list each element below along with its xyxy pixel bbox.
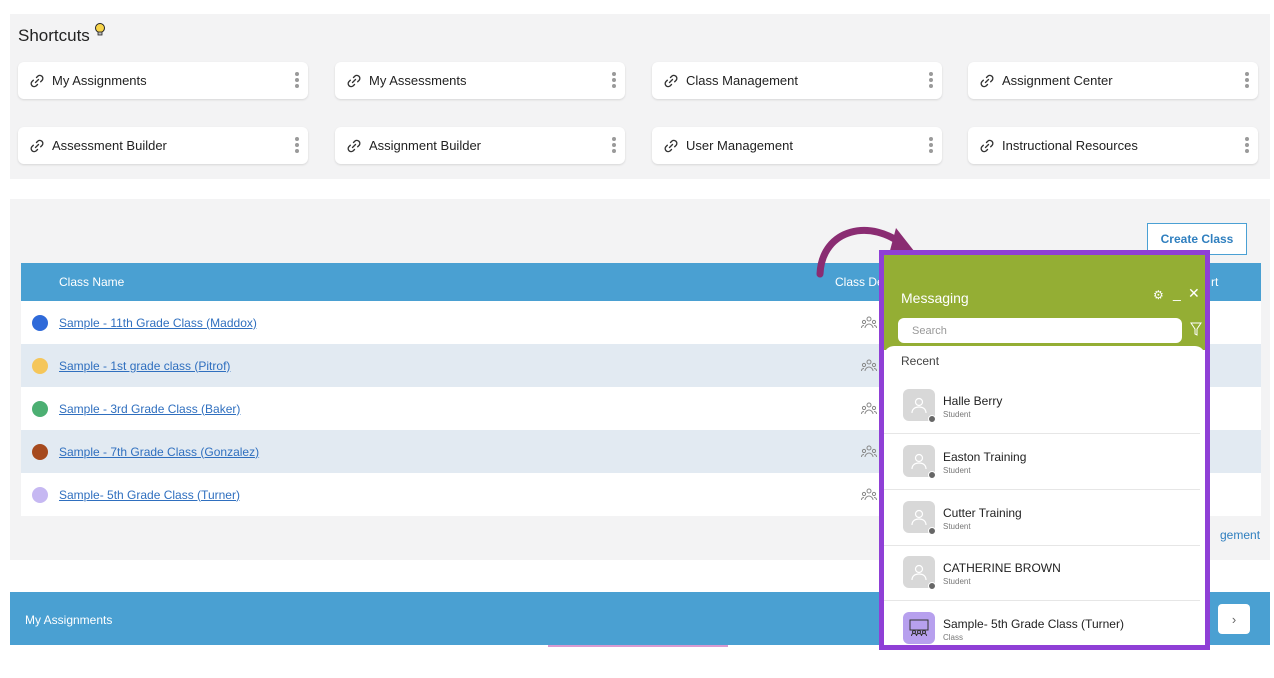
link-icon [30,139,44,152]
contact-name: Cutter Training [943,506,1022,520]
status-dot [928,415,936,423]
contact-item[interactable]: Halle Berry Student [884,379,1200,434]
contact-name: Sample- 5th Grade Class (Turner) [943,617,1124,631]
shortcut-assignment-center[interactable]: Assignment Center [968,62,1258,99]
contact-name: Easton Training [943,450,1027,464]
column-last: rt [1211,275,1219,289]
students-icon[interactable] [861,359,877,373]
students-icon[interactable] [861,488,877,502]
user-icon [911,453,927,470]
class-name-link[interactable]: Sample - 3rd Grade Class (Baker) [59,402,240,416]
class-color-dot [32,443,48,460]
messaging-body: Recent Halle Berry Student Easton Traini… [884,346,1205,645]
user-icon [911,397,927,414]
link-icon [347,139,361,152]
shortcuts-panel: Shortcuts My Assignments My Assessments … [10,14,1270,179]
shortcuts-title-text: Shortcuts [18,26,90,45]
contact-role: Student [943,522,971,531]
shortcut-my-assignments[interactable]: My Assignments [18,62,308,99]
more-options-icon[interactable] [611,71,617,91]
next-button[interactable]: › [1218,604,1250,634]
shortcut-user-management[interactable]: User Management [652,127,942,164]
status-dot [928,527,936,535]
search-input[interactable]: Search [898,318,1182,343]
user-icon [911,564,927,581]
shortcut-assessment-builder[interactable]: Assessment Builder [18,127,308,164]
filter-icon[interactable] [1190,322,1202,336]
shortcut-label: My Assessments [369,73,467,88]
class-color-dot [32,486,48,503]
column-class-name[interactable]: Class Name [59,275,124,289]
class-name-link[interactable]: Sample - 7th Grade Class (Gonzalez) [59,445,259,459]
recent-label: Recent [901,354,940,368]
students-icon[interactable] [861,445,877,459]
contact-item[interactable]: CATHERINE BROWN Student [884,546,1200,601]
link-icon [30,74,44,87]
more-options-icon[interactable] [294,71,300,91]
link-icon [980,74,994,87]
class-color-dot [32,400,48,417]
contact-role: Student [943,577,971,586]
contact-role: Student [943,410,971,419]
class-management-link[interactable]: gement [1220,528,1260,542]
shortcut-assignment-builder[interactable]: Assignment Builder [335,127,625,164]
classroom-icon [909,619,929,637]
shortcut-instructional-resources[interactable]: Instructional Resources [968,127,1258,164]
more-options-icon[interactable] [294,136,300,156]
shortcut-label: Class Management [686,73,798,88]
link-icon [980,139,994,152]
shortcut-label: My Assignments [52,73,147,88]
contact-name: Halle Berry [943,394,1003,408]
more-options-icon[interactable] [611,136,617,156]
students-icon[interactable] [861,316,877,330]
class-name-link[interactable]: Sample - 11th Grade Class (Maddox) [59,316,257,330]
shortcut-label: Instructional Resources [1002,138,1138,153]
status-dot [928,471,936,479]
status-dot [928,582,936,590]
class-color-dot [32,357,48,374]
shortcut-label: Assessment Builder [52,138,167,153]
contact-item[interactable]: Cutter Training Student [884,491,1200,546]
contact-name: CATHERINE BROWN [943,561,1061,575]
link-icon [664,74,678,87]
minimize-icon[interactable]: _ [1173,285,1181,301]
shortcuts-title: Shortcuts [18,23,106,46]
messaging-title: Messaging [901,290,969,306]
messaging-header: Messaging ⚙ _ ✕ Search [884,255,1205,350]
more-options-icon[interactable] [928,71,934,91]
contact-role: Student [943,466,971,475]
shortcut-class-management[interactable]: Class Management [652,62,942,99]
user-icon [911,509,927,526]
divider-line [548,645,728,647]
contact-item[interactable]: Easton Training Student [884,435,1200,490]
more-options-icon[interactable] [1244,71,1250,91]
class-name-link[interactable]: Sample- 5th Grade Class (Turner) [59,488,240,502]
students-icon[interactable] [861,402,877,416]
contact-item[interactable]: Sample- 5th Grade Class (Turner) Class [884,602,1200,645]
contact-role: Class [943,633,964,642]
my-assignments-title: My Assignments [25,613,113,627]
gear-icon[interactable]: ⚙ [1153,288,1164,302]
lightbulb-icon [94,23,105,36]
shortcut-label: User Management [686,138,793,153]
link-icon [664,139,678,152]
class-name-link[interactable]: Sample - 1st grade class (Pitrof) [59,359,230,373]
shortcut-label: Assignment Center [1002,73,1113,88]
messaging-panel: Messaging ⚙ _ ✕ Search Recent Halle Berr… [879,250,1210,650]
shortcut-my-assessments[interactable]: My Assessments [335,62,625,99]
class-color-dot [32,314,48,331]
close-icon[interactable]: ✕ [1188,285,1200,302]
link-icon [347,74,361,87]
more-options-icon[interactable] [928,136,934,156]
more-options-icon[interactable] [1244,136,1250,156]
shortcut-label: Assignment Builder [369,138,481,153]
